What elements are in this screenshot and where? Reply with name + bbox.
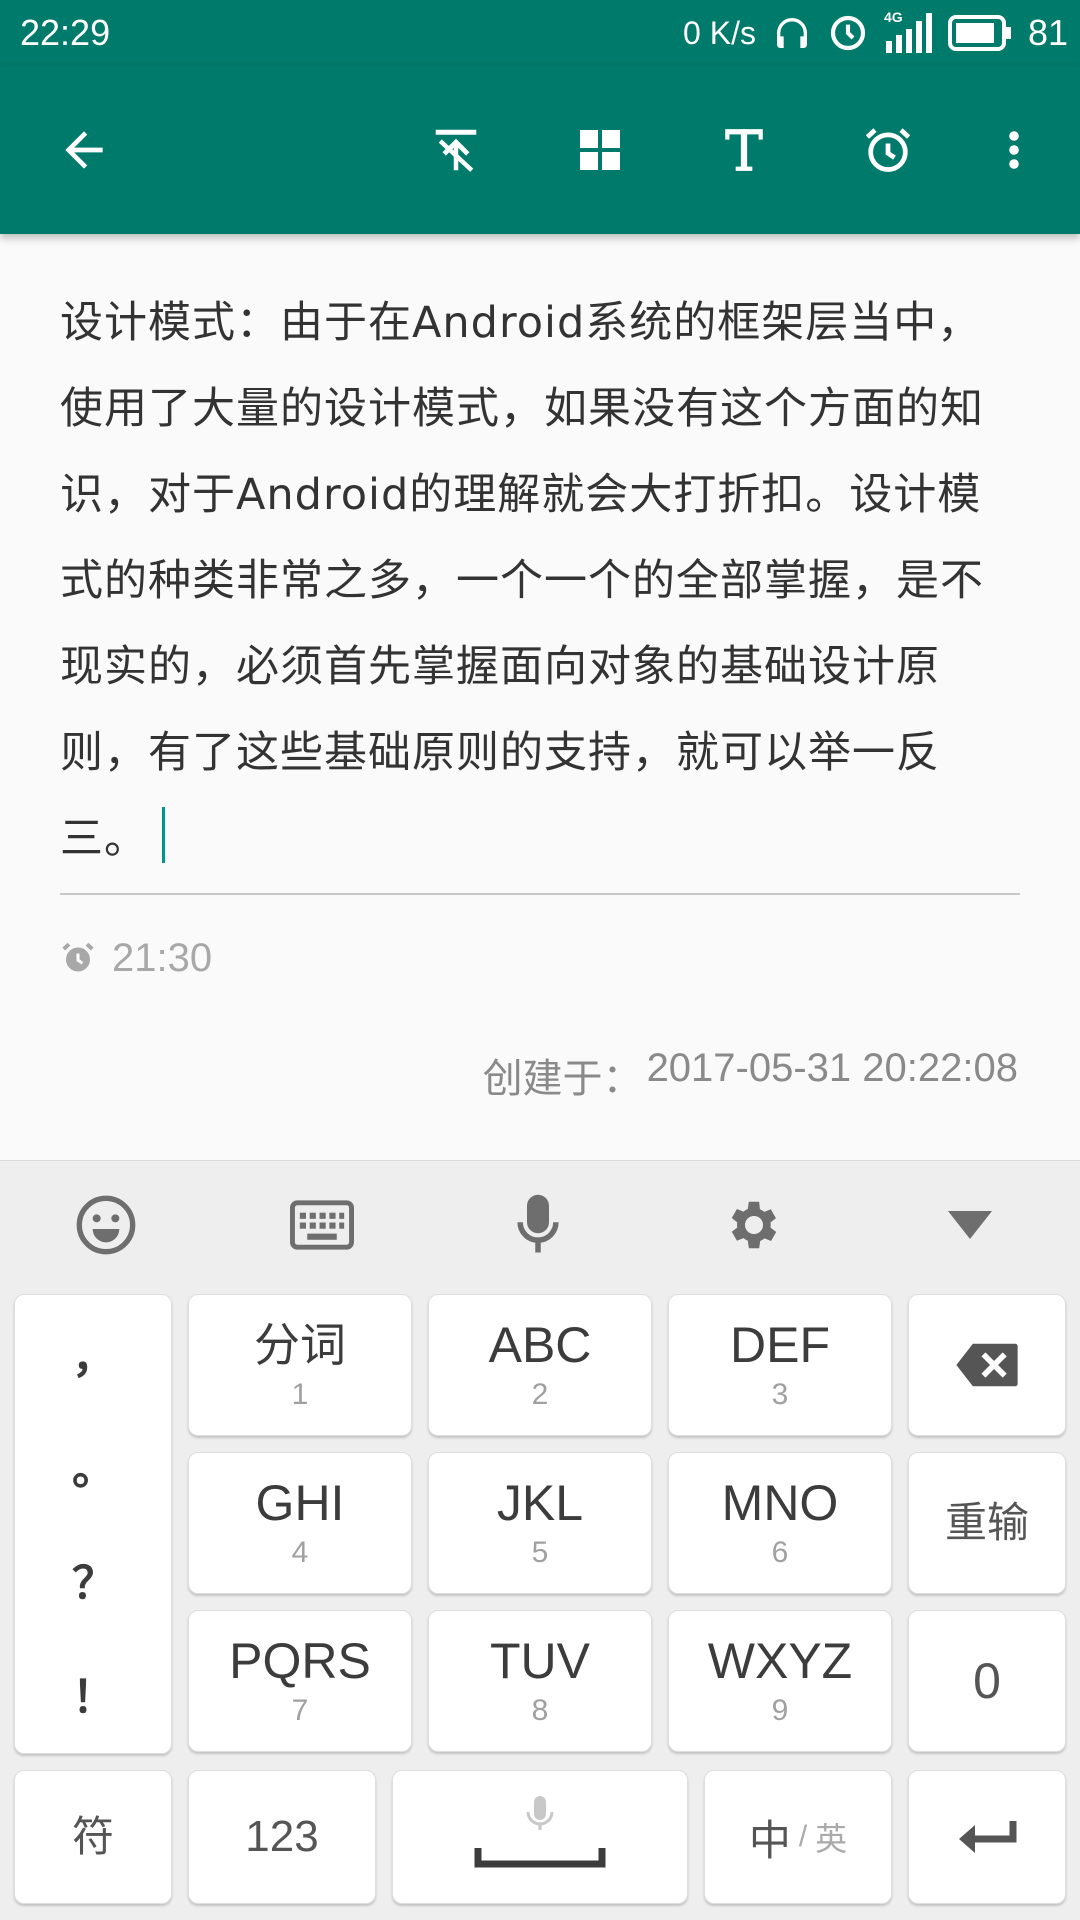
emoji-icon xyxy=(76,1195,136,1255)
key-number: 1 xyxy=(291,1378,309,1411)
enter-key[interactable] xyxy=(908,1770,1066,1904)
enter-arrow-icon xyxy=(959,1821,1017,1853)
status-time: 22:29 xyxy=(20,12,111,53)
collapse-keyboard-button[interactable] xyxy=(926,1185,1014,1265)
more-vert-icon xyxy=(1009,131,1019,169)
key-6[interactable]: MNO 6 xyxy=(668,1452,892,1594)
key-label: WXYZ xyxy=(707,1633,853,1689)
lang-en-label: 英 xyxy=(815,1820,848,1858)
back-button[interactable] xyxy=(40,106,128,194)
key-label: MNO xyxy=(721,1475,839,1531)
keyboard-toolbar xyxy=(0,1161,1080,1289)
lang-separator: / xyxy=(798,1820,808,1853)
key-0[interactable]: 0 xyxy=(908,1610,1066,1752)
lang-cn-label: 中 xyxy=(748,1815,791,1865)
alarm-button[interactable] xyxy=(844,106,932,194)
status-bar: 22:29 0 K/s 4G 81 xyxy=(0,0,1080,66)
space-mic-icon xyxy=(474,1796,606,1868)
key-label: 123 xyxy=(245,1812,319,1861)
alarm-status-icon xyxy=(828,13,868,53)
note-divider xyxy=(60,893,1020,895)
key-number: 7 xyxy=(291,1694,309,1727)
collapse-triangle-icon xyxy=(948,1211,992,1239)
reminder[interactable]: 21:30 xyxy=(60,930,212,986)
reminder-time: 21:30 xyxy=(112,935,213,980)
microphone-icon xyxy=(517,1194,559,1253)
key-label: ABC xyxy=(488,1317,592,1373)
backspace-key[interactable] xyxy=(908,1294,1066,1436)
created-time: 2017-05-31 20:22:08 xyxy=(646,1046,1018,1090)
text-cursor xyxy=(162,807,165,863)
key-label: TUV xyxy=(490,1633,590,1689)
space-key[interactable] xyxy=(392,1770,688,1904)
key-number: 8 xyxy=(531,1694,549,1727)
pin-top-icon xyxy=(435,129,477,172)
network-speed: 0 K/s xyxy=(683,14,756,51)
keyboard-switch-button[interactable] xyxy=(278,1185,366,1265)
key-label: 分词 xyxy=(254,1318,346,1372)
key-number: 4 xyxy=(291,1536,309,1569)
more-options-button[interactable] xyxy=(970,106,1058,194)
alarm-icon xyxy=(865,128,911,172)
grid-view-button[interactable] xyxy=(556,106,644,194)
voice-input-button[interactable] xyxy=(494,1185,582,1265)
grid-icon xyxy=(580,130,620,170)
key-label: 符 xyxy=(71,1812,114,1861)
key-9[interactable]: WXYZ 9 xyxy=(668,1610,892,1752)
key-number: 2 xyxy=(531,1378,549,1411)
key-3[interactable]: DEF 3 xyxy=(668,1294,892,1436)
punct-comma-key[interactable]: ， xyxy=(15,1313,173,1393)
keyboard-settings-button[interactable] xyxy=(710,1185,798,1265)
created-label: 创建于： xyxy=(482,1056,643,1102)
note-editor[interactable]: 设计模式：由于在Android系统的框架层当中，使用了大量的设计模式，如果没有这… xyxy=(60,280,1025,882)
punctuation-column: ， 。 ？ ！ xyxy=(14,1294,172,1754)
language-switch-key[interactable]: 中 / 英 xyxy=(704,1770,892,1904)
pin-to-top-button[interactable] xyxy=(412,106,500,194)
back-arrow-icon xyxy=(65,131,103,169)
key-label: GHI xyxy=(255,1475,345,1531)
symbols-key[interactable]: 符 xyxy=(14,1770,172,1904)
text-format-button[interactable] xyxy=(700,106,788,194)
numbers-key[interactable]: 123 xyxy=(188,1770,376,1904)
punct-period-key[interactable]: 。 xyxy=(15,1425,173,1505)
reinput-key[interactable]: 重输 xyxy=(908,1452,1066,1594)
key-label: DEF xyxy=(730,1317,830,1373)
key-5[interactable]: JKL 5 xyxy=(428,1452,652,1594)
key-7[interactable]: PQRS 7 xyxy=(188,1610,412,1752)
app-bar xyxy=(0,66,1080,234)
created-info: 创建于： 2017-05-31 20:22:08 xyxy=(483,1046,1018,1104)
text-format-icon xyxy=(725,129,763,171)
key-number: 3 xyxy=(771,1378,789,1411)
key-number: 6 xyxy=(771,1536,789,1569)
key-4[interactable]: GHI 4 xyxy=(188,1452,412,1594)
note-text: 设计模式：由于在Android系统的框架层当中，使用了大量的设计模式，如果没有这… xyxy=(60,298,984,864)
settings-gear-icon xyxy=(731,1201,777,1249)
punct-exclaim-key[interactable]: ！ xyxy=(15,1653,173,1733)
key-1[interactable]: 分词 1 xyxy=(188,1294,412,1436)
key-label: 重输 xyxy=(944,1498,1029,1547)
emoji-button[interactable] xyxy=(62,1185,150,1265)
key-2[interactable]: ABC 2 xyxy=(428,1294,652,1436)
keyboard-icon xyxy=(290,1200,354,1250)
key-label: JKL xyxy=(496,1475,584,1531)
key-label: 0 xyxy=(973,1653,1001,1709)
key-number: 5 xyxy=(531,1536,549,1569)
backspace-icon xyxy=(956,1343,1018,1387)
punct-question-key[interactable]: ？ xyxy=(15,1539,173,1619)
key-number: 9 xyxy=(771,1694,789,1727)
headphones-icon xyxy=(772,13,812,53)
signal-icon: 4G xyxy=(884,9,932,53)
key-label: PQRS xyxy=(229,1633,371,1689)
key-8[interactable]: TUV 8 xyxy=(428,1610,652,1752)
status-icons: 0 K/s 4G 81 xyxy=(683,9,1068,56)
battery-icon xyxy=(947,15,1012,51)
battery-level: 81 xyxy=(1027,12,1068,53)
alarm-clock-icon xyxy=(62,942,94,972)
